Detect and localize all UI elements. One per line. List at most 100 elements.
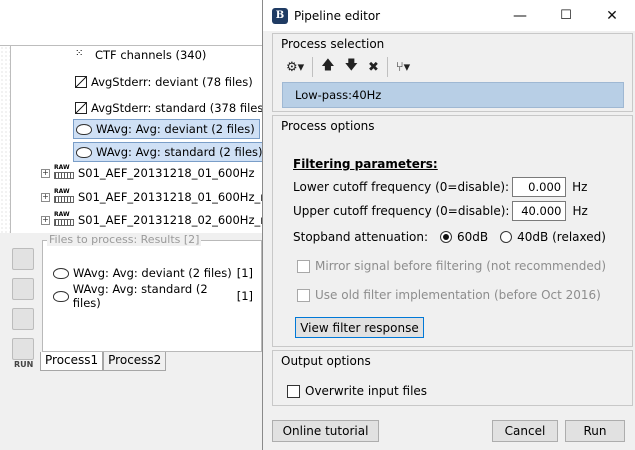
stopband-40db-label[interactable]: 40dB (relaxed)	[517, 230, 606, 244]
mirror-signal-row: Mirror signal before filtering (not reco…	[297, 255, 606, 277]
mirror-signal-label: Mirror signal before filtering (not reco…	[315, 259, 607, 273]
stopband-60db-radio[interactable]	[440, 231, 453, 243]
toolbar-separator	[312, 57, 314, 77]
background-window: ⁙ CTF channels (340) AvgStderr: deviant …	[0, 0, 262, 450]
tree-item-label: S01_AEF_20131218_01_600Hz_notch	[78, 190, 262, 204]
old-filter-row: Use old filter implementation (before Oc…	[297, 284, 601, 306]
raw-icon: RAW	[54, 189, 74, 205]
brain-icon	[76, 123, 92, 135]
raw-icon: RAW	[54, 165, 74, 181]
brainstorm-logo-icon: B	[272, 7, 288, 24]
run-button[interactable]: Run	[565, 420, 625, 442]
selected-process-item[interactable]: Low-pass:40Hz	[282, 82, 624, 108]
tree-item-label: CTF channels (340)	[95, 48, 207, 62]
close-icon[interactable]: ✕	[589, 0, 635, 31]
timefreq-icon[interactable]	[12, 308, 34, 330]
channels-icon: ⁙	[75, 48, 83, 59]
mirror-signal-checkbox[interactable]	[297, 259, 310, 273]
upper-cutoff-input[interactable]: 40.000	[512, 201, 567, 221]
brain-icon	[53, 267, 69, 279]
tree-item-wavg-standard[interactable]: WAvg: Avg: standard (2 files)	[73, 142, 262, 162]
raw-icon-text: RAW	[54, 188, 70, 195]
tab-process2[interactable]: Process2	[103, 352, 167, 371]
process-options-group: Process options Filtering parameters: Lo…	[272, 115, 633, 347]
file-count: [1]	[236, 266, 253, 280]
process-selection-title: Process selection	[281, 37, 385, 51]
maximize-icon[interactable]: ☐	[543, 0, 589, 31]
data-type-icon[interactable]	[12, 248, 34, 270]
process-tools	[8, 240, 38, 380]
brain-icon	[76, 146, 92, 158]
window-controls: — ☐ ✕	[497, 0, 635, 31]
process-tree-icon[interactable]: ⑂▾	[391, 56, 415, 78]
lower-cutoff-row: Lower cutoff frequency (0=disable): 0.00…	[293, 176, 587, 198]
tree-item-label: AvgStderr: deviant (78 files)	[91, 75, 253, 89]
delete-icon[interactable]: ✖	[363, 56, 384, 78]
output-options-title: Output options	[281, 354, 371, 368]
tab-process1[interactable]: Process1	[40, 352, 104, 371]
tree-item-label: S01_AEF_20131218_02_600Hz_notch	[78, 213, 262, 227]
tree-item-label: WAvg: Avg: deviant (2 files)	[96, 122, 255, 136]
file-count: [1]	[236, 289, 253, 303]
hz-unit: Hz	[572, 180, 588, 194]
title-bar[interactable]: B Pipeline editor — ☐ ✕	[263, 0, 635, 31]
tree-item-channels[interactable]: ⁙ CTF channels (340)	[75, 46, 207, 65]
overwrite-label: Overwrite input files	[305, 384, 428, 398]
stopband-40db-radio[interactable]	[500, 231, 513, 243]
output-options-group: Output options Overwrite input files	[272, 350, 633, 406]
overwrite-row: Overwrite input files	[287, 380, 427, 402]
expand-icon[interactable]: +	[41, 192, 50, 202]
stopband-60db-label[interactable]: 60dB	[457, 230, 488, 244]
run-label[interactable]: RUN	[14, 360, 33, 369]
tree-item-raw-2[interactable]: + RAW S01_AEF_20131218_01_600Hz_notch	[41, 187, 262, 207]
tree-item-label: S01_AEF_20131218_01_600Hz	[78, 166, 255, 180]
database-tree: ⁙ CTF channels (340) AvgStderr: deviant …	[0, 45, 262, 233]
stopband-label: Stopband attenuation:	[293, 230, 429, 244]
raw-icon: RAW	[54, 212, 74, 228]
expand-icon[interactable]: +	[41, 215, 50, 225]
stat-icon	[75, 76, 87, 88]
process-toolbar: ⚙▾ 🡅 🡇 ✖ ⑂▾	[281, 54, 415, 80]
process-tabs: Process1 Process2	[40, 352, 167, 371]
sources-icon[interactable]	[12, 278, 34, 300]
minimize-icon[interactable]: —	[497, 0, 543, 31]
file-item[interactable]: WAvg: Avg: standard (2 files) [1]	[53, 282, 253, 310]
lower-cutoff-input[interactable]: 0.000	[512, 177, 567, 197]
background-top-area	[0, 0, 262, 45]
arrow-down-icon[interactable]: 🡇	[340, 56, 363, 78]
stopband-row: Stopband attenuation: 60dB 40dB (relaxed…	[293, 226, 606, 248]
raw-icon-text: RAW	[54, 211, 70, 218]
process-selection-group: Process selection ⚙▾ 🡅 🡇 ✖ ⑂▾ Low-pass:4…	[272, 33, 633, 112]
brain-icon	[53, 290, 69, 302]
matrix-icon[interactable]	[12, 338, 34, 360]
files-panel-title: Files to process: Results [2]	[47, 233, 202, 246]
arrow-up-icon[interactable]: 🡅	[316, 56, 339, 78]
file-item[interactable]: WAvg: Avg: deviant (2 files) [1]	[53, 263, 253, 283]
file-label: WAvg: Avg: standard (2 files)	[72, 282, 208, 310]
cancel-button[interactable]: Cancel	[492, 420, 558, 442]
files-to-process-panel: Files to process: Results [2] WAvg: Avg:…	[42, 233, 262, 352]
tree-item-label: AvgStderr: standard (378 files)	[91, 101, 262, 115]
online-tutorial-button[interactable]: Online tutorial	[272, 420, 379, 442]
upper-cutoff-label: Upper cutoff frequency (0=disable):	[293, 204, 510, 218]
process-options-title: Process options	[281, 119, 375, 133]
tree-item-raw-3[interactable]: + RAW S01_AEF_20131218_02_600Hz_notch	[41, 210, 262, 230]
filtering-parameters-heading: Filtering parameters:	[293, 157, 438, 171]
toolbar-separator	[386, 57, 388, 77]
tree-item-avgstderr-standard[interactable]: AvgStderr: standard (378 files)	[75, 98, 262, 118]
settings-icon[interactable]: ⚙▾	[281, 56, 309, 78]
tree-item-avgstderr-deviant[interactable]: AvgStderr: deviant (78 files)	[75, 72, 253, 92]
hz-unit: Hz	[572, 204, 588, 218]
lower-cutoff-label: Lower cutoff frequency (0=disable):	[293, 180, 510, 194]
overwrite-checkbox[interactable]	[287, 384, 300, 398]
raw-icon-text: RAW	[54, 164, 70, 171]
file-label: WAvg: Avg: deviant (2 files)	[73, 266, 232, 280]
window-title: Pipeline editor	[294, 8, 381, 23]
upper-cutoff-row: Upper cutoff frequency (0=disable): 40.0…	[293, 200, 588, 222]
stat-icon	[75, 102, 87, 114]
tree-item-raw-1[interactable]: + RAW S01_AEF_20131218_01_600Hz	[41, 163, 254, 183]
view-filter-response-button[interactable]: View filter response	[295, 317, 424, 338]
expand-icon[interactable]: +	[41, 168, 50, 178]
old-filter-checkbox[interactable]	[297, 288, 310, 302]
tree-item-wavg-deviant[interactable]: WAvg: Avg: deviant (2 files)	[73, 119, 260, 139]
